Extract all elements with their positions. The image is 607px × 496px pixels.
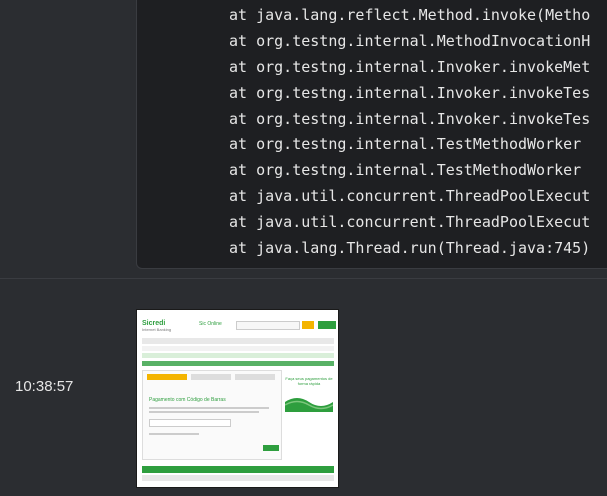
logo-text: Sicredi (142, 320, 166, 327)
code-line: at org.testng.internal.TestMethodWorker (229, 135, 582, 154)
text-line (149, 411, 259, 413)
step (235, 374, 275, 380)
attachment-tabs (142, 353, 334, 358)
text-line (149, 407, 269, 409)
step (191, 374, 231, 380)
wave-graphic (285, 398, 333, 412)
code-line: at org.testng.internal.TestMethodWorker (229, 161, 582, 180)
attachment-input (149, 419, 231, 427)
screenshot-attachment[interactable]: Sicredi Internet Banking Sic Online Paga… (136, 309, 339, 488)
code-line: at java.util.concurrent.ThreadPoolExecut (229, 213, 591, 232)
online-label: Sic Online (199, 321, 222, 327)
code-line: at org.testng.internal.Invoker.invokeMet (229, 57, 591, 76)
code-block: at java.lang.reflect.Method.invoke(Metho… (136, 0, 607, 269)
attachment-green-button (318, 321, 336, 329)
attachment-side-banner: Faça seus pagamentos de forma rápida (285, 372, 333, 414)
code-line: at org.testng.internal.Invoker.invokeTes (229, 83, 591, 102)
message-divider (0, 278, 607, 279)
attachment-header: Sicredi Internet Banking Sic Online (142, 318, 336, 334)
attachment-breadcrumb (142, 361, 334, 366)
message-timestamp: 10:38:57 (15, 378, 74, 395)
code-line: at org.testng.internal.Invoker.invokeTes (229, 109, 591, 128)
code-line: at org.testng.internal.MethodInvocationH (229, 31, 591, 50)
attachment-form-panel: Pagamento com Código de Barras (142, 370, 282, 460)
attachment-continue-button (263, 445, 279, 451)
code-line: at java.lang.reflect.Method.invoke(Metho (229, 6, 591, 24)
attachment-footer-bar (142, 475, 334, 481)
attachment-nav (142, 338, 334, 344)
step-active (147, 374, 187, 380)
code-line: at java.lang.Thread.run(Thread.java:745) (229, 239, 591, 258)
side-banner-text: Faça seus pagamentos de forma rápida (285, 376, 333, 386)
attachment-heading: Pagamento com Código de Barras (149, 397, 226, 403)
attachment-yellow-button (302, 321, 314, 329)
sicredi-logo: Sicredi Internet Banking (142, 320, 171, 332)
stack-trace: at java.lang.reflect.Method.invoke(Metho… (229, 3, 590, 262)
attachment-search-field (236, 321, 300, 330)
text-line (149, 433, 199, 435)
attachment-footer (142, 466, 334, 473)
attachment-subnav (142, 346, 334, 351)
code-line: at java.util.concurrent.ThreadPoolExecut (229, 187, 591, 206)
logo-subtext: Internet Banking (142, 327, 172, 332)
